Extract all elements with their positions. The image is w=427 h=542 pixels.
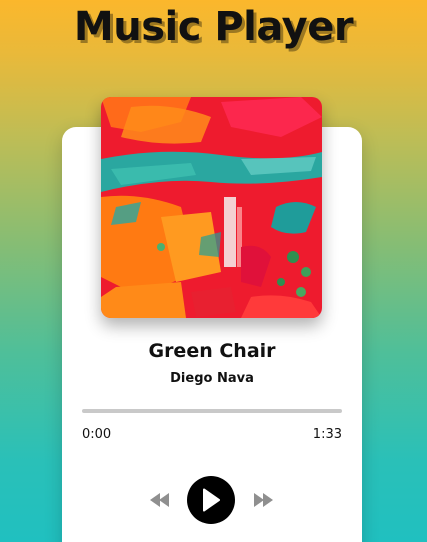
previous-button[interactable] bbox=[150, 492, 170, 508]
rewind-icon bbox=[150, 493, 169, 507]
album-art bbox=[101, 97, 322, 318]
next-button[interactable] bbox=[253, 492, 273, 508]
play-icon bbox=[203, 488, 220, 512]
song-title: Green Chair bbox=[148, 340, 276, 362]
app-title: Music Player bbox=[73, 4, 354, 50]
play-button[interactable] bbox=[187, 476, 235, 524]
artist-name: Diego Nava bbox=[170, 371, 254, 386]
current-time: 0:00 bbox=[82, 427, 112, 442]
fast-forward-icon bbox=[254, 493, 273, 507]
duration-time: 1:33 bbox=[312, 427, 342, 442]
progress-bar[interactable] bbox=[82, 409, 342, 413]
